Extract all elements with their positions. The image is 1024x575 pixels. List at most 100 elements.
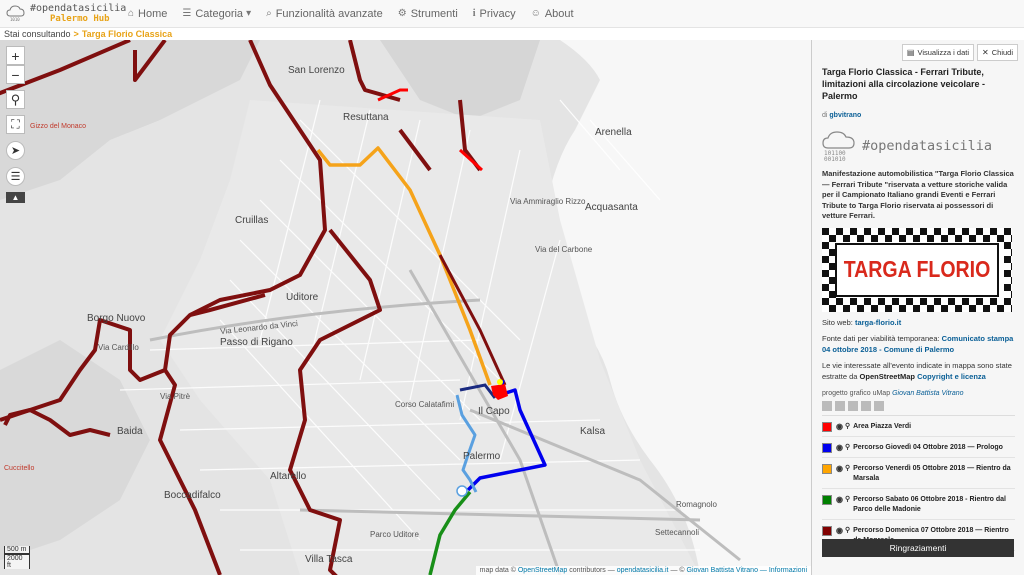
map-label: Via del Carbone (535, 245, 593, 254)
attribution-text: map data © (479, 567, 516, 574)
info-link[interactable]: — Informazioni (760, 567, 807, 574)
author-link[interactable]: Giovan Battista Vitrano (687, 567, 758, 574)
breadcrumb-separator: > (73, 29, 79, 39)
scale-imperial: 2000 ft (4, 554, 30, 569)
panel-title: Targa Florio Classica - Ferrari Tribute,… (822, 67, 986, 101)
view-data-button[interactable]: ▤ Visualizza i dati (901, 43, 975, 61)
close-button[interactable]: ✕ Chiudi (977, 43, 1018, 61)
eye-icon[interactable]: ◉ (836, 526, 843, 536)
search-map-button[interactable]: ⚲ (6, 90, 25, 109)
map-label: Via Ammiraglio Rizzo (510, 197, 586, 206)
osm-link[interactable]: OpenStreetMap (518, 567, 567, 574)
site-link[interactable]: opendatasicilia.it (617, 567, 669, 574)
map-label: Settecannoli (655, 528, 700, 537)
twitter-icon[interactable] (835, 401, 845, 411)
brand-subtitle: Palermo Hub (50, 13, 110, 24)
nav-privacy-label: Privacy (479, 7, 516, 20)
mountain-area (0, 340, 150, 560)
author-link[interactable]: gbvitrano (829, 112, 861, 119)
map-label: Kalsa (580, 426, 606, 437)
map-label: Cruillas (235, 215, 269, 226)
users-icon: ☺ (530, 8, 541, 19)
zoom-out-button[interactable]: − (6, 65, 25, 84)
zoom-in-button[interactable]: + (6, 46, 25, 65)
legend-label: Percorso Giovedì 04 Ottobre 2018 — Prolo… (853, 444, 1003, 451)
eye-icon[interactable]: ◉ (836, 422, 843, 432)
eye-icon[interactable]: ◉ (836, 443, 843, 453)
legend-label: Percorso Sabato 06 Ottobre 2018 - Rientr… (853, 496, 1007, 513)
map-label: Via Pitrè (160, 392, 191, 401)
map-label: Acquasanta (585, 202, 638, 213)
breadcrumb: Stai consultando > Targa Florio Classica (0, 28, 1024, 40)
scale-metric: 500 m (4, 546, 30, 554)
author-prefix: di (822, 112, 828, 119)
nav-home-label: Home (138, 7, 168, 20)
legend-item[interactable]: ◉ ⚲ Percorso Venerdì 05 Ottobre 2018 — R… (822, 458, 1015, 489)
thanks-button[interactable]: Ringraziamenti (822, 539, 1014, 557)
credits-author-link[interactable]: Giovan Battista Vitrano (892, 390, 963, 397)
zoom-icon[interactable]: ⚲ (845, 422, 850, 432)
map-label: Via Cardillo (98, 343, 139, 352)
copyright-link[interactable]: Copyright e licenza (917, 372, 986, 381)
layers-button[interactable]: ☰ (6, 167, 25, 186)
legend-swatch (822, 495, 832, 505)
logo-text: #opendatasicilia (862, 138, 993, 154)
gear-icon: ⚙ (397, 8, 407, 19)
map-attribution: map data © OpenStreetMap contributors — … (475, 566, 811, 575)
nav-about-label: About (544, 7, 574, 20)
map-label: Boccadifalco (164, 490, 221, 501)
map-label: Corso Calatafimi (395, 400, 455, 409)
map-label: Altarello (270, 471, 307, 482)
nav-categoria-label: Categoria (195, 7, 244, 20)
facebook-icon[interactable] (874, 401, 884, 411)
map-canvas[interactable]: San Lorenzo Resuttana Arenella Acquasant… (0, 40, 811, 575)
eye-icon[interactable]: ◉ (836, 495, 843, 505)
targa-florio-logo: TARGA FLORIO (822, 227, 1018, 312)
cloud-icon: 101100 001010 (822, 131, 855, 161)
eye-icon[interactable]: ◉ (836, 464, 843, 474)
home-share-icon[interactable] (822, 401, 832, 411)
site-link[interactable]: targa-florio.it (855, 318, 901, 327)
embed-icon[interactable] (861, 401, 871, 411)
nav-categoria[interactable]: ☰ Categoria ▾ (182, 8, 251, 20)
home-icon: ⌂ (128, 8, 135, 19)
map-label: Il Capo (478, 406, 510, 417)
cloud-icon: 1010 (6, 4, 25, 22)
nav-about[interactable]: ☺ About (531, 8, 574, 20)
osm-line: Le vie interessate all'evento indicate i… (822, 361, 1015, 382)
code-icon[interactable] (848, 401, 858, 411)
brand-title: #opendatasicilia (30, 2, 127, 14)
map-label: San Lorenzo (288, 65, 345, 76)
targa-florio-text: TARGA FLORIO (843, 256, 991, 282)
brand-logo[interactable]: 1010 #opendatasicilia Palermo Hub (0, 0, 128, 28)
map-label: Parco Uditore (370, 530, 419, 539)
collapse-controls-button[interactable]: ▲ (6, 192, 25, 203)
share-button[interactable]: ➤ (6, 141, 25, 160)
caret-up-icon: ▲ (11, 193, 20, 202)
zoom-icon[interactable]: ⚲ (845, 443, 850, 453)
legend-item[interactable]: ◉ ⚲ Area Piazza Verdi (822, 416, 1015, 437)
close-label: Chiudi (991, 47, 1013, 57)
legend-item[interactable]: ◉ ⚲ Percorso Giovedì 04 Ottobre 2018 — P… (822, 437, 1015, 458)
map-label: Cuccitello (4, 465, 35, 472)
legend-item[interactable]: ◉ ⚲ Percorso Sabato 06 Ottobre 2018 - Ri… (822, 489, 1015, 520)
osm-bold: OpenStreetMap (859, 371, 915, 381)
site-prefix: Sito web: (822, 317, 853, 327)
zoom-icon[interactable]: ⚲ (845, 464, 850, 474)
breadcrumb-current[interactable]: Targa Florio Classica (82, 29, 172, 39)
view-data-label: Visualizza i dati (917, 47, 970, 57)
opendatasicilia-logo: 101100 001010 #opendatasicilia (822, 129, 1015, 163)
legend-swatch (822, 443, 832, 453)
nav-home[interactable]: ⌂ Home (128, 8, 167, 20)
zoom-icon[interactable]: ⚲ (845, 495, 850, 505)
map-scale: 500 m 2000 ft (4, 546, 30, 569)
fullscreen-icon: ⛶ (11, 117, 20, 131)
zoom-icon[interactable]: ⚲ (845, 526, 850, 536)
map-label: Gizzo del Monaco (30, 123, 87, 130)
nav-privacy[interactable]: i Privacy (473, 8, 516, 20)
nav-funzionalita[interactable]: ⌕ Funzionalità avanzate (266, 8, 383, 20)
fullscreen-button[interactable]: ⛶ (6, 115, 25, 134)
map-label: Uditore (286, 292, 319, 303)
site-line: Sito web: targa-florio.it (822, 318, 1015, 329)
nav-strumenti[interactable]: ⚙ Strumenti (398, 8, 458, 20)
